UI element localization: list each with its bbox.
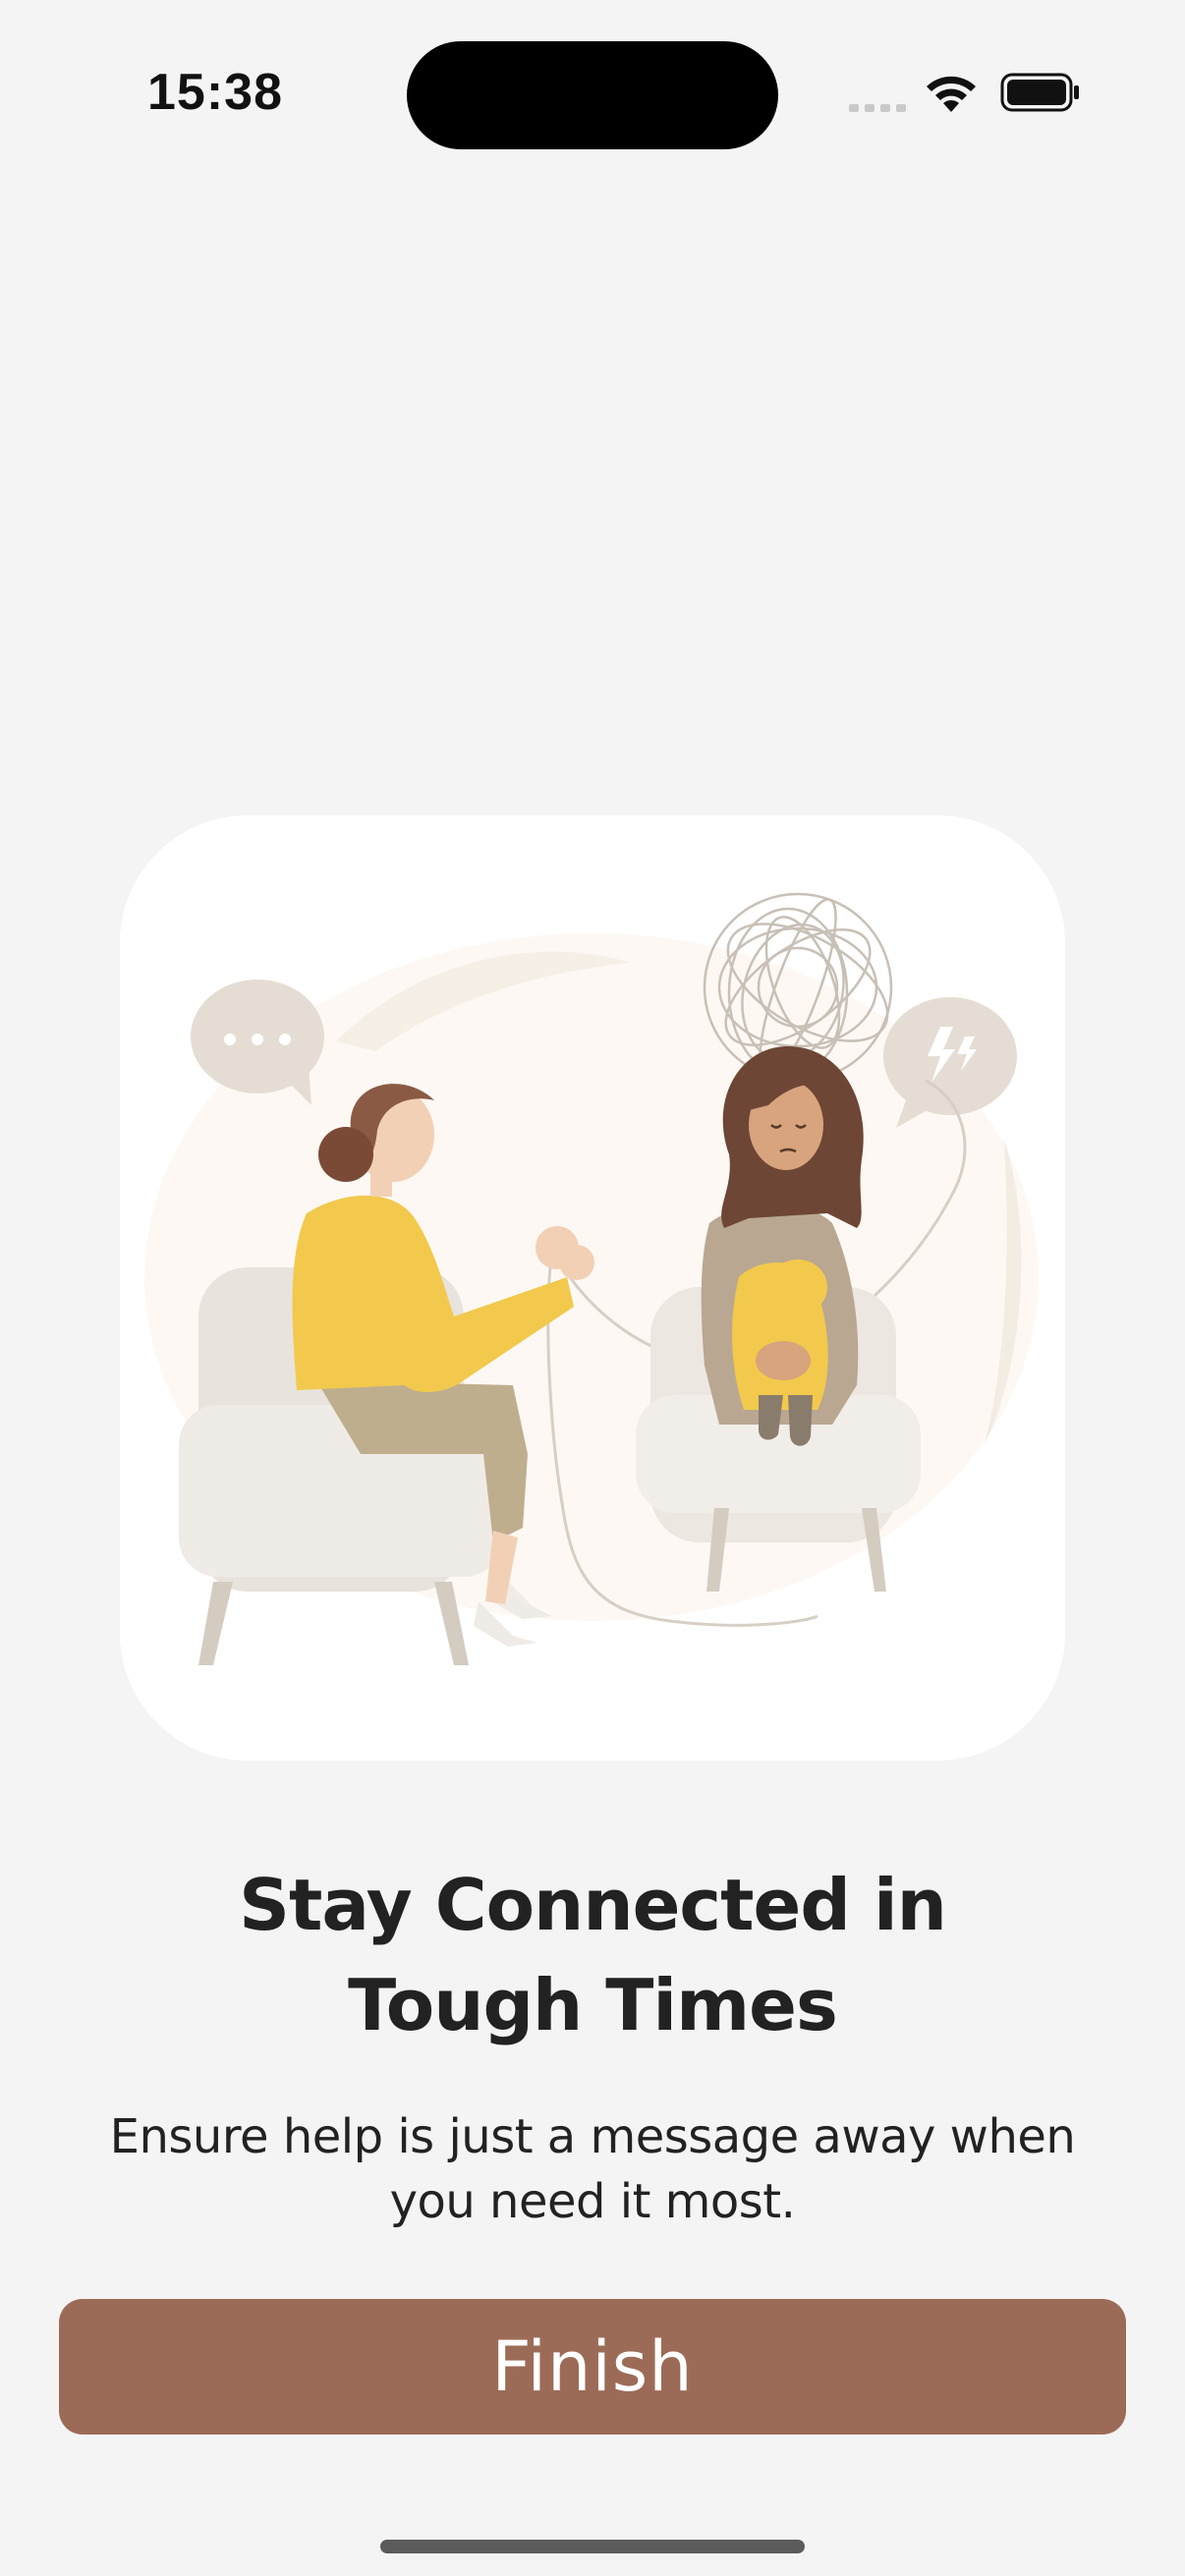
signal-icon [849,104,906,112]
speech-bubble-left-icon [191,980,324,1105]
wifi-icon [927,76,976,112]
title-line-1: Stay Connected in [239,1864,947,1946]
therapy-session-illustration [144,892,1039,1665]
illustration-card [120,815,1065,1761]
subtitle-line-1: Ensure help is just a message away when [109,2109,1076,2164]
home-indicator[interactable] [380,2540,805,2553]
dynamic-island [407,41,778,149]
speech-bubble-right-icon [883,997,1017,1128]
status-time: 15:38 [147,64,283,121]
client-figure [701,1046,864,1446]
battery-icon [1000,73,1079,112]
title-line-2: Tough Times [348,1964,838,2046]
status-bar: 15:38 [0,0,1185,187]
page-subtitle: Ensure help is just a message away when … [79,2104,1106,2234]
subtitle-line-2: you need it most. [389,2174,796,2229]
page-title: Stay Connected in Tough Times [0,1855,1185,2055]
finish-button[interactable]: Finish [59,2299,1126,2435]
